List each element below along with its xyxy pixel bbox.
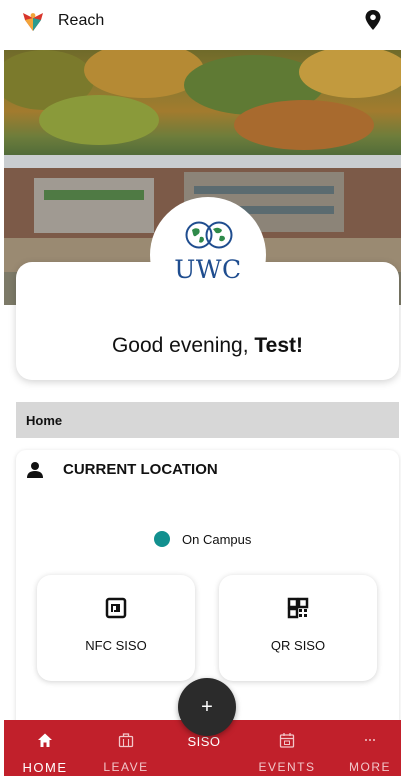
nav-home-label: HOME [22, 760, 68, 775]
nav-more-label: MORE [349, 760, 391, 774]
briefcase-icon [118, 733, 134, 748]
nav-leave-label: LEAVE [103, 760, 149, 774]
nav-leave[interactable]: LEAVE [96, 720, 156, 776]
current-location-title: CURRENT LOCATION [63, 461, 218, 478]
nfc-siso-button[interactable]: NFC SISO [37, 575, 195, 681]
status-dot [154, 531, 170, 547]
qr-siso-button[interactable]: QR SISO [219, 575, 377, 681]
qr-code-icon [287, 597, 309, 619]
app-title: Reach [58, 12, 105, 29]
add-fab-button[interactable]: + [178, 678, 236, 736]
nfc-icon [105, 597, 127, 619]
nav-more[interactable]: MORE [342, 720, 398, 776]
more-icon [365, 739, 375, 741]
greeting-user-name: Test! [254, 334, 304, 357]
home-icon [38, 733, 52, 747]
calendar-icon [279, 733, 295, 748]
qr-siso-label: QR SISO [270, 638, 326, 653]
section-header: Home [16, 402, 399, 438]
nav-siso-label: SISO [187, 734, 221, 749]
greeting-text: Good evening, Test! [16, 334, 399, 358]
top-app-bar: Reach [0, 0, 401, 46]
section-title: Home [26, 413, 63, 428]
status-label: On Campus [182, 532, 252, 547]
uwc-logo-badge: UWC [150, 197, 266, 313]
nav-events[interactable]: EVENTS [254, 720, 320, 776]
nfc-siso-label: NFC SISO [85, 638, 147, 653]
person-icon [27, 462, 43, 478]
nav-home[interactable]: HOME [14, 720, 76, 776]
uwc-wordmark: UWC [174, 255, 242, 284]
map-pin-icon[interactable] [363, 9, 383, 31]
plus-icon: + [201, 696, 213, 718]
uwc-globes-icon [185, 221, 233, 249]
greeting-prefix: Good evening, [111, 334, 255, 357]
reach-logo-icon [23, 13, 43, 31]
nav-events-label: EVENTS [258, 760, 316, 774]
